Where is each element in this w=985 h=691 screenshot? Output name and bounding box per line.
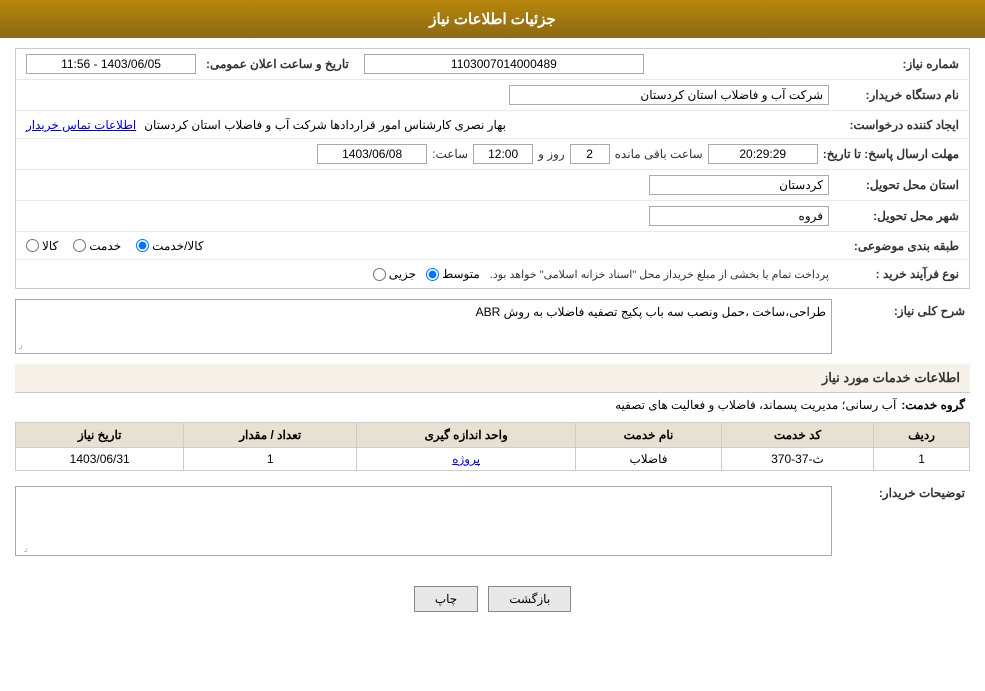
buyer-desc-label: توضیحات خریدار: [840,481,970,500]
purchase-type-medium: متوسط [426,267,480,281]
category-kala-radio[interactable] [26,239,39,252]
row-city: شهر محل تحویل: فروه [16,201,969,232]
deadline-remaining: 20:29:29 [708,144,818,164]
category-khadamat-radio[interactable] [73,239,86,252]
row-category: طبقه بندی موضوعی: کالا/خدمت خدمت کالا [16,232,969,260]
creator-contact-link[interactable]: اطلاعات تماس خریدار [26,118,136,132]
row-creator: ایجاد کننده درخواست: بهار نصری کارشناس ا… [16,111,969,139]
row-deadline: مهلت ارسال پاسخ: تا تاریخ: 20:29:29 ساعت… [16,139,969,170]
need-desc-label: شرح کلی نیاز: [840,299,970,318]
cell-name-1: فاضلاب [576,448,722,471]
print-button[interactable]: چاپ [414,586,478,612]
col-header-date: تاریخ نیاز [16,423,184,448]
category-radio-group: کالا/خدمت خدمت کالا [26,239,829,253]
cell-code-1: ث-37-370 [721,448,873,471]
col-header-name: نام خدمت [576,423,722,448]
purchase-partial-radio[interactable] [373,268,386,281]
deadline-time: 12:00 [473,144,533,164]
announce-label: تاریخ و ساعت اعلان عمومی: [206,57,354,71]
category-kala-khadamat-radio[interactable] [136,239,149,252]
main-form: شماره نیاز: 1103007014000489 تاریخ و ساع… [15,48,970,289]
services-section-label: اطلاعات خدمات مورد نیاز [822,370,960,385]
button-row: بازگشت چاپ [15,571,970,627]
purchase-medium-radio[interactable] [426,268,439,281]
col-header-qty: تعداد / مقدار [184,423,357,448]
need-number-value: 1103007014000489 [364,54,644,74]
need-desc-box: طراحی،ساخت ،حمل ونصب سه باب پکیج تصفیه ف… [15,299,832,354]
service-group-value: آب رسانی؛ مدیریت پسماند، فاضلاب و فعالیت… [20,398,896,412]
purchase-type-label: نوع فرآیند خرید : [834,267,964,281]
deadline-time-label: ساعت: [432,147,468,161]
purchase-type-group: پرداخت تمام یا بخشی از مبلغ خریداز محل "… [26,267,829,281]
purchase-type-partial: جزیی [373,267,416,281]
purchase-medium-label: متوسط [442,267,480,281]
cell-date-1: 1403/06/31 [16,448,184,471]
province-value: کردستان [649,175,829,195]
resize-handle-buyer-icon: ⌟ [18,543,28,553]
services-table: ردیف کد خدمت نام خدمت واحد اندازه گیری ت… [15,422,970,471]
category-option-kala-khadamat: کالا/خدمت [136,239,203,253]
purchase-desc: پرداخت تمام یا بخشی از مبلغ خریداز محل "… [490,268,829,281]
deadline-label: مهلت ارسال پاسخ: تا تاریخ: [823,147,964,161]
row-buyer-org: نام دستگاه خریدار: شرکت آب و فاضلاب استا… [16,80,969,111]
need-desc-value: طراحی،ساخت ،حمل ونصب سه باب پکیج تصفیه ف… [476,305,826,319]
services-section-header: اطلاعات خدمات مورد نیاز [15,364,970,393]
col-header-row: ردیف [874,423,970,448]
cell-unit-1[interactable]: پروژه [357,448,576,471]
announce-value: 1403/06/05 - 11:56 [26,54,196,74]
service-group-row: گروه خدمت: آب رسانی؛ مدیریت پسماند، فاضل… [15,393,970,417]
category-kala-khadamat-label: کالا/خدمت [152,239,203,253]
page-title: جزئیات اطلاعات نیاز [429,11,556,28]
buyer-desc-section: توضیحات خریدار: ⌟ [15,481,970,561]
row-need-number: شماره نیاز: 1103007014000489 تاریخ و ساع… [16,49,969,80]
cell-qty-1: 1 [184,448,357,471]
category-label: طبقه بندی موضوعی: [834,239,964,253]
province-label: استان محل تحویل: [834,178,964,192]
category-khadamat-label: خدمت [89,239,121,253]
buyer-org-label: نام دستگاه خریدار: [834,88,964,102]
category-option-kala: کالا [26,239,58,253]
col-header-code: کد خدمت [721,423,873,448]
creator-label: ایجاد کننده درخواست: [834,118,964,132]
resize-handle-icon: ⌟ [18,340,23,351]
purchase-partial-label: جزیی [389,267,416,281]
row-province: استان محل تحویل: کردستان [16,170,969,201]
need-desc-section: شرح کلی نیاز: طراحی،ساخت ،حمل ونصب سه با… [15,299,970,354]
service-group-label: گروه خدمت: [901,398,965,412]
cell-row-1: 1 [874,448,970,471]
table-row: 1 ث-37-370 فاضلاب پروژه 1 1403/06/31 [16,448,970,471]
creator-value: بهار نصری کارشناس امور قراردادها شرکت آب… [144,118,506,132]
category-option-khadamat: خدمت [73,239,121,253]
buyer-org-value: شرکت آب و فاضلاب استان کردستان [509,85,829,105]
deadline-days: 2 [570,144,610,164]
city-label: شهر محل تحویل: [834,209,964,223]
category-kala-label: کالا [42,239,58,253]
need-number-label: شماره نیاز: [834,57,964,71]
page-header: جزئیات اطلاعات نیاز [0,0,985,38]
buyer-desc-box: ⌟ [15,486,832,556]
back-button[interactable]: بازگشت [488,586,571,612]
col-header-unit: واحد اندازه گیری [357,423,576,448]
deadline-date: 1403/06/08 [317,144,427,164]
city-value: فروه [649,206,829,226]
row-purchase-type: نوع فرآیند خرید : پرداخت تمام یا بخشی از… [16,260,969,288]
deadline-remaining-label: ساعت باقی مانده [615,147,703,161]
deadline-day-label: روز و [538,147,565,161]
